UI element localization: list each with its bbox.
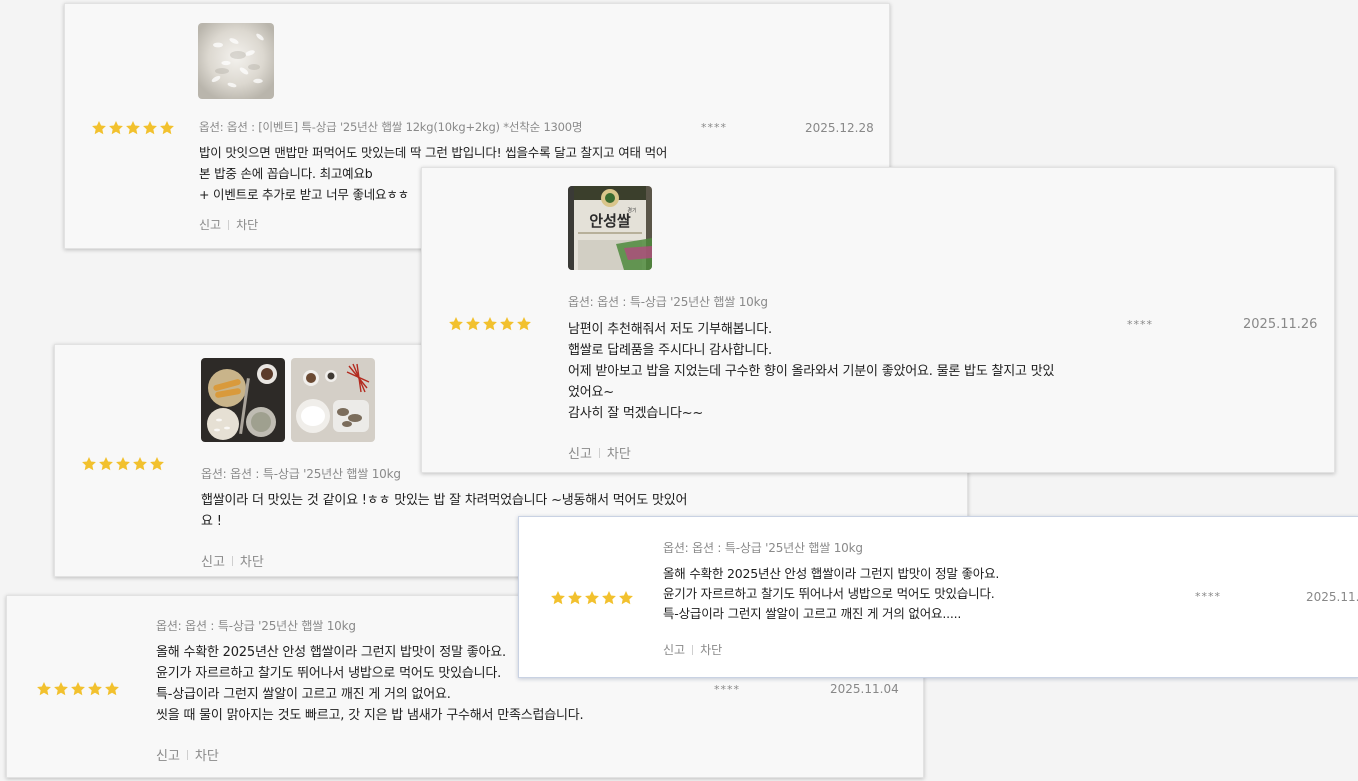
star-icon <box>568 591 582 605</box>
report-button[interactable]: 신고 <box>199 216 221 233</box>
review-text: 남편이 추천해줘서 저도 기부해봅니다. 햅쌀로 답례품을 주시다니 감사합니다… <box>568 319 1054 424</box>
star-icon <box>126 121 140 135</box>
rating-stars <box>91 120 175 136</box>
report-button[interactable]: 신고 <box>201 551 225 570</box>
review-actions: 신고 차단 <box>199 216 258 233</box>
report-button[interactable]: 신고 <box>156 745 180 764</box>
divider <box>692 644 694 655</box>
package-small-label: 경기 <box>627 207 636 214</box>
review-option: 옵션: 옵션 : [이벤트] 특-상급 '25년산 햅쌀 12kg(10kg+2… <box>199 120 583 134</box>
star-icon <box>150 457 164 471</box>
star-icon <box>37 682 51 696</box>
package-label: 안성쌀 <box>589 212 631 230</box>
review-photo[interactable] <box>198 23 274 99</box>
review-card: 옵션: 옵션 : 특-상급 '25년산 햅쌀 10kg 올해 수확한 2025년… <box>518 516 1358 678</box>
star-icon <box>500 317 514 331</box>
review-date: 2025.11.04 <box>1306 590 1358 604</box>
review-photo[interactable] <box>201 358 285 442</box>
review-actions: 신고 차단 <box>156 745 219 764</box>
block-button[interactable]: 차단 <box>607 443 631 462</box>
review-card: 안성쌀 경기 옵션: 옵션 : 특-상급 '25년산 햅쌀 10kg 남편이 추… <box>421 167 1335 473</box>
review-text-line: 어제 받아보고 밥을 지었는데 구수한 향이 올라와서 기분이 좋았어요. 물론… <box>568 364 1055 379</box>
star-icon <box>133 457 147 471</box>
review-text-line: 올해 수확한 2025년산 안성 햅쌀이라 그런지 밥맛이 정말 좋아요. <box>663 566 1000 581</box>
review-actions: 신고 차단 <box>201 551 264 570</box>
star-icon <box>517 317 531 331</box>
star-icon <box>71 682 85 696</box>
review-option: 옵션: 옵션 : 특-상급 '25년산 햅쌀 10kg <box>201 467 401 481</box>
review-text-line: 특-상급이라 그런지 쌀알이 고르고 깨진 게 거의 없어요..... <box>663 606 962 621</box>
review-option: 옵션: 옵션 : 특-상급 '25년산 햅쌀 10kg <box>568 295 768 309</box>
star-icon <box>109 121 123 135</box>
rating-stars <box>448 316 532 332</box>
report-button[interactable]: 신고 <box>568 443 592 462</box>
review-author: **** <box>701 121 727 134</box>
star-icon <box>105 682 119 696</box>
star-icon <box>116 457 130 471</box>
review-text: 올해 수확한 2025년산 안성 햅쌀이라 그런지 밥맛이 정말 좋아요. 윤기… <box>663 564 999 624</box>
star-icon <box>602 591 616 605</box>
star-icon <box>585 591 599 605</box>
divider <box>186 749 188 760</box>
star-icon <box>551 591 565 605</box>
review-text-line: 햅쌀로 답례품을 주시다니 감사합니다. <box>568 343 772 358</box>
review-option: 옵션: 옵션 : 특-상급 '25년산 햅쌀 10kg <box>156 619 356 633</box>
review-text-line: 씻을 때 물이 맑아지는 것도 빠르고, 갓 지은 밥 냄새가 구수해서 만족스… <box>156 708 584 723</box>
divider <box>231 555 233 566</box>
review-text-line: 밥이 맛잇으면 맨밥만 퍼먹어도 맛있는데 딱 그런 밥입니다! 씹을수록 달고… <box>199 145 668 160</box>
review-date: 2025.11.04 <box>830 682 899 696</box>
review-actions: 신고 차단 <box>663 641 722 658</box>
review-date: 2025.11.26 <box>1243 317 1318 332</box>
review-author: **** <box>1127 318 1153 331</box>
review-text-line: 감사히 잘 먹겠습니다~~ <box>568 406 704 421</box>
review-text-line: 특-상급이라 그런지 쌀알이 고르고 깨진 게 거의 없어요. <box>156 687 451 702</box>
star-icon <box>88 682 102 696</box>
rating-stars <box>550 590 634 606</box>
review-actions: 신고 차단 <box>568 443 631 462</box>
review-text-line: 었어요~ <box>568 385 614 400</box>
star-icon <box>54 682 68 696</box>
divider <box>598 447 600 458</box>
report-button[interactable]: 신고 <box>663 641 685 658</box>
block-button[interactable]: 차단 <box>236 216 258 233</box>
star-icon <box>483 317 497 331</box>
review-text-line: 햅쌀이라 더 맛있는 것 같이요 !ㅎㅎ 맛있는 밥 잘 차려먹었습니다 ~냉동… <box>201 493 688 508</box>
block-button[interactable]: 차단 <box>195 745 219 764</box>
review-author: **** <box>1195 590 1221 603</box>
divider <box>228 219 230 230</box>
block-button[interactable]: 차단 <box>700 641 722 658</box>
star-icon <box>619 591 633 605</box>
rating-stars <box>36 681 120 697</box>
star-icon <box>143 121 157 135</box>
review-date: 2025.12.28 <box>805 121 874 135</box>
star-icon <box>466 317 480 331</box>
star-icon <box>160 121 174 135</box>
review-text-line: 윤기가 자르르하고 찰기도 뛰어나서 냉밥으로 먹어도 맛있습니다. <box>663 586 995 601</box>
review-photo[interactable]: 안성쌀 경기 <box>568 186 652 270</box>
review-photo[interactable] <box>291 358 375 442</box>
rating-stars <box>81 456 165 472</box>
star-icon <box>92 121 106 135</box>
star-icon <box>449 317 463 331</box>
review-option: 옵션: 옵션 : 특-상급 '25년산 햅쌀 10kg <box>663 541 863 555</box>
block-button[interactable]: 차단 <box>240 551 264 570</box>
star-icon <box>82 457 96 471</box>
review-author: **** <box>714 683 740 696</box>
review-text-line: 남편이 추천해줘서 저도 기부해봅니다. <box>568 322 772 337</box>
star-icon <box>99 457 113 471</box>
